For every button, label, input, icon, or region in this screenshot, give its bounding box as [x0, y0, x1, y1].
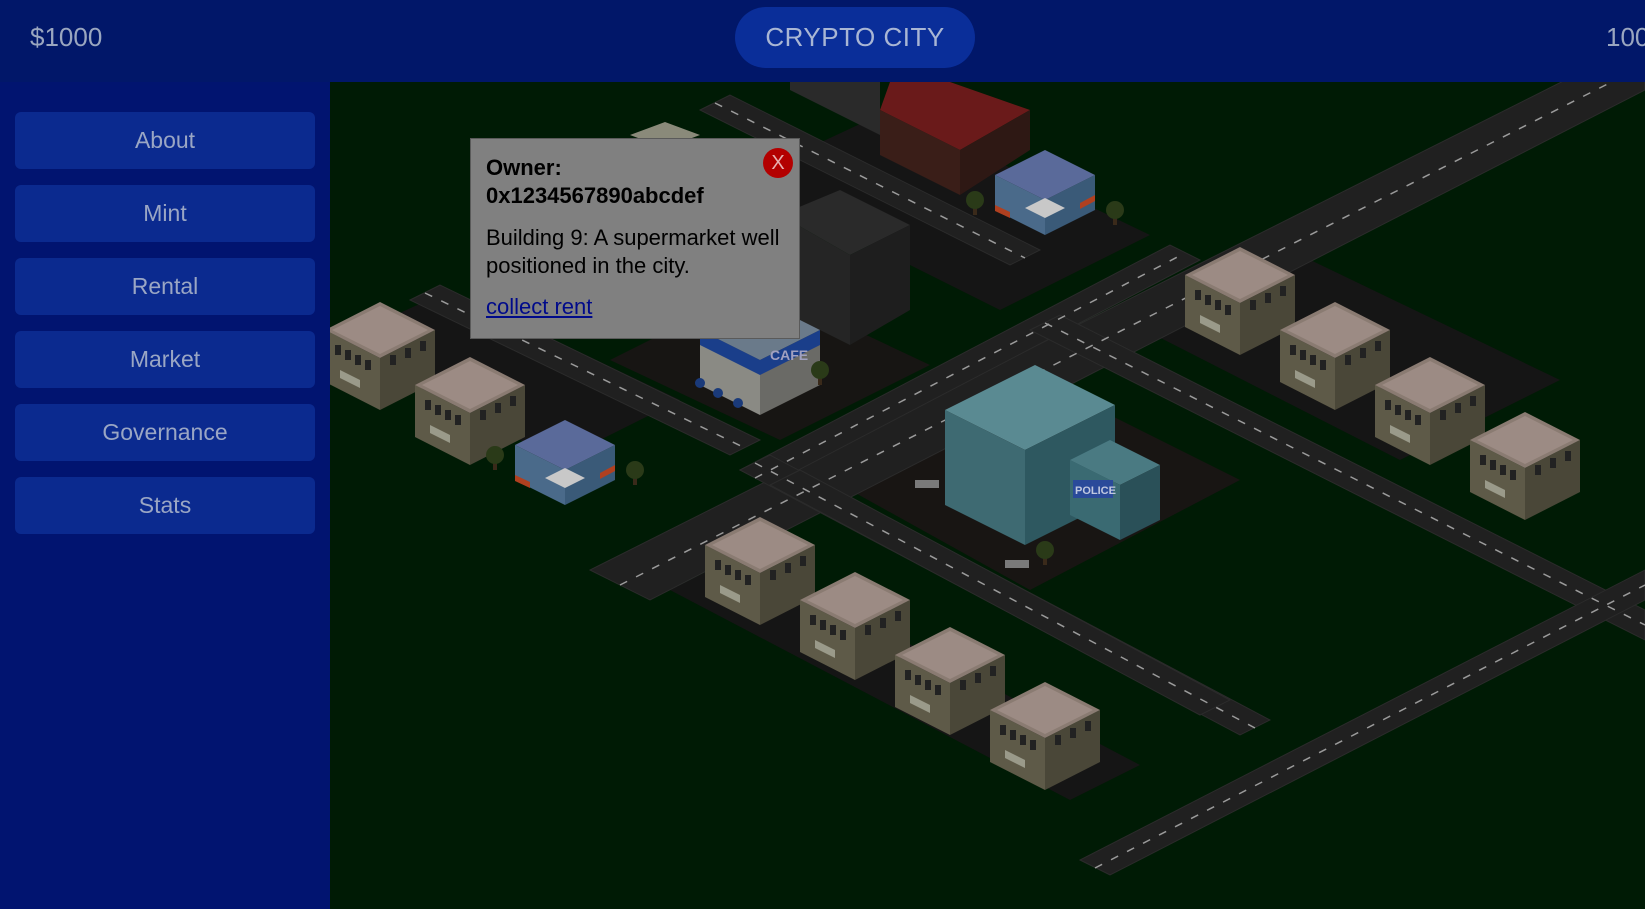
money-balance: $1000 — [30, 22, 103, 52]
close-button[interactable]: X — [763, 148, 793, 178]
sidebar: About Mint Rental Market Governance Stat… — [0, 82, 330, 909]
cafe-sign: CAFE — [770, 347, 808, 363]
owner-label: Owner: — [486, 155, 562, 180]
game-title: CRYPTO CITY — [735, 7, 975, 68]
mint-button[interactable]: Mint — [15, 185, 315, 242]
owner-address: 0x1234567890abcdef — [486, 183, 704, 208]
rental-button[interactable]: Rental — [15, 258, 315, 315]
building-info-popup: Owner: 0x1234567890abcdef Building 9: A … — [470, 138, 800, 339]
governance-button[interactable]: Governance — [15, 404, 315, 461]
about-button[interactable]: About — [15, 112, 315, 169]
counter-readout: 100 — [1606, 22, 1645, 52]
top-bar: $1000 CRYPTO CITY 100 — [0, 0, 1645, 82]
market-button[interactable]: Market — [15, 331, 315, 388]
collect-rent-link[interactable]: collect rent — [486, 294, 592, 320]
police-sign: POLICE — [1075, 485, 1116, 497]
building-description: Building 9: A supermarket well positione… — [486, 225, 780, 278]
stats-button[interactable]: Stats — [15, 477, 315, 534]
